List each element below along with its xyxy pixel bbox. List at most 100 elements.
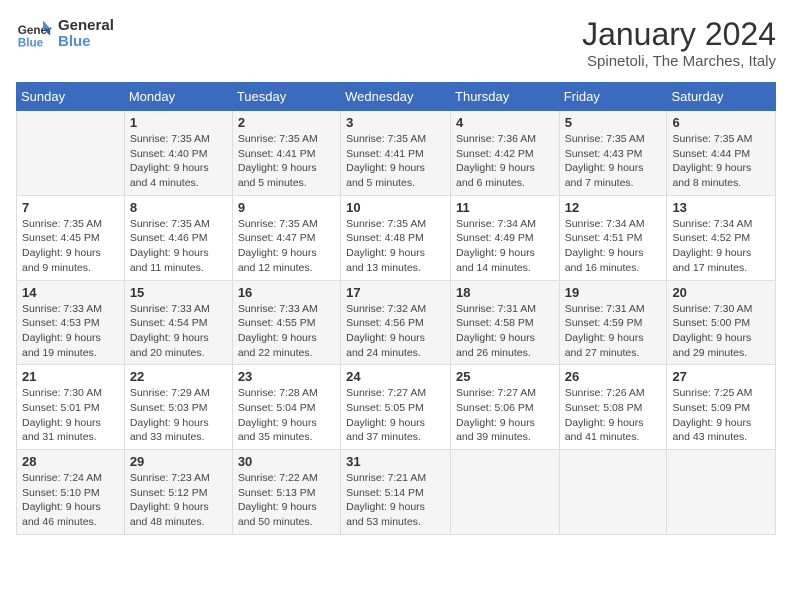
day-info: Sunrise: 7:30 AMSunset: 5:00 PMDaylight:… — [672, 302, 770, 361]
day-info: Sunrise: 7:35 AMSunset: 4:43 PMDaylight:… — [565, 132, 662, 191]
calendar-cell: 6Sunrise: 7:35 AMSunset: 4:44 PMDaylight… — [667, 111, 776, 196]
day-info: Sunrise: 7:33 AMSunset: 4:53 PMDaylight:… — [22, 302, 119, 361]
day-info: Sunrise: 7:35 AMSunset: 4:40 PMDaylight:… — [130, 132, 227, 191]
day-number: 11 — [456, 200, 554, 215]
day-info: Sunrise: 7:35 AMSunset: 4:48 PMDaylight:… — [346, 217, 445, 276]
calendar-cell: 1 Sunrise: 7:35 AMSunset: 4:40 PMDaylight… — [124, 111, 232, 196]
calendar-week-row: 7 Sunrise: 7:35 AMSunset: 4:45 PMDaylight… — [17, 195, 776, 280]
calendar-week-row: 1 Sunrise: 7:35 AMSunset: 4:40 PMDaylight… — [17, 111, 776, 196]
day-number: 8 — [130, 200, 227, 215]
day-info: Sunrise: 7:31 AMSunset: 4:58 PMDaylight:… — [456, 302, 554, 361]
day-number: 28 — [22, 454, 119, 469]
calendar-week-row: 21 Sunrise: 7:30 AMSunset: 5:01 PMDayligh… — [17, 365, 776, 450]
calendar-cell: 8 Sunrise: 7:35 AMSunset: 4:46 PMDaylight… — [124, 195, 232, 280]
day-info: Sunrise: 7:35 AMSunset: 4:47 PMDaylight:… — [238, 217, 335, 276]
calendar-cell: 10 Sunrise: 7:35 AMSunset: 4:48 PMDayligh… — [341, 195, 451, 280]
day-info: Sunrise: 7:33 AMSunset: 4:54 PMDaylight:… — [130, 302, 227, 361]
day-number: 16 — [238, 285, 335, 300]
col-monday: Monday — [124, 83, 232, 111]
day-number: 15 — [130, 285, 227, 300]
day-info: Sunrise: 7:35 AMSunset: 4:44 PMDaylight:… — [672, 132, 770, 191]
calendar-table: Sunday Monday Tuesday Wednesday Thursday… — [16, 82, 776, 535]
day-number: 23 — [238, 369, 335, 384]
calendar-cell: 25 Sunrise: 7:27 AMSunset: 5:06 PMDayligh… — [451, 365, 560, 450]
day-number: 1 — [130, 115, 227, 130]
calendar-cell: 23 Sunrise: 7:28 AMSunset: 5:04 PMDayligh… — [232, 365, 340, 450]
day-number: 3 — [346, 115, 445, 130]
col-sunday: Sunday — [17, 83, 125, 111]
calendar-cell: 30 Sunrise: 7:22 AMSunset: 5:13 PMDayligh… — [232, 450, 340, 535]
calendar-cell: 11Sunrise: 7:34 AMSunset: 4:49 PMDayligh… — [451, 195, 560, 280]
day-info: Sunrise: 7:30 AMSunset: 5:01 PMDaylight:… — [22, 386, 119, 445]
month-title: January 2024 — [582, 16, 776, 53]
day-number: 10 — [346, 200, 445, 215]
calendar-week-row: 28 Sunrise: 7:24 AMSunset: 5:10 PMDayligh… — [17, 450, 776, 535]
day-info: Sunrise: 7:34 AMSunset: 4:52 PMDaylight:… — [672, 217, 770, 276]
col-tuesday: Tuesday — [232, 83, 340, 111]
day-number: 29 — [130, 454, 227, 469]
day-info: Sunrise: 7:32 AMSunset: 4:56 PMDaylight:… — [346, 302, 445, 361]
title-block: January 2024 Spinetoli, The Marches, Ita… — [582, 16, 776, 70]
col-thursday: Thursday — [451, 83, 560, 111]
day-number: 25 — [456, 369, 554, 384]
logo-text-general: General — [58, 18, 114, 35]
logo-icon: General Blue — [16, 16, 52, 52]
day-info: Sunrise: 7:26 AMSunset: 5:08 PMDaylight:… — [565, 386, 662, 445]
day-number: 24 — [346, 369, 445, 384]
calendar-cell: 24 Sunrise: 7:27 AMSunset: 5:05 PMDayligh… — [341, 365, 451, 450]
svg-text:Blue: Blue — [18, 37, 44, 50]
day-number: 13 — [672, 200, 770, 215]
logo-text-blue: Blue — [58, 34, 114, 51]
calendar-cell: 16 Sunrise: 7:33 AMSunset: 4:55 PMDayligh… — [232, 280, 340, 365]
day-number: 20 — [672, 285, 770, 300]
day-info: Sunrise: 7:25 AMSunset: 5:09 PMDaylight:… — [672, 386, 770, 445]
calendar-cell: 7 Sunrise: 7:35 AMSunset: 4:45 PMDaylight… — [17, 195, 125, 280]
day-number: 18 — [456, 285, 554, 300]
day-info: Sunrise: 7:36 AMSunset: 4:42 PMDaylight:… — [456, 132, 554, 191]
day-number: 14 — [22, 285, 119, 300]
day-info: Sunrise: 7:21 AMSunset: 5:14 PMDaylight:… — [346, 471, 445, 530]
day-number: 17 — [346, 285, 445, 300]
calendar-cell: 2 Sunrise: 7:35 AMSunset: 4:41 PMDaylight… — [232, 111, 340, 196]
day-number: 2 — [238, 115, 335, 130]
calendar-cell: 9 Sunrise: 7:35 AMSunset: 4:47 PMDaylight… — [232, 195, 340, 280]
day-number: 27 — [672, 369, 770, 384]
calendar-cell: 18 Sunrise: 7:31 AMSunset: 4:58 PMDayligh… — [451, 280, 560, 365]
day-info: Sunrise: 7:27 AMSunset: 5:05 PMDaylight:… — [346, 386, 445, 445]
col-saturday: Saturday — [667, 83, 776, 111]
day-info: Sunrise: 7:35 AMSunset: 4:41 PMDaylight:… — [346, 132, 445, 191]
day-info: Sunrise: 7:24 AMSunset: 5:10 PMDaylight:… — [22, 471, 119, 530]
calendar-cell: 31Sunrise: 7:21 AMSunset: 5:14 PMDayligh… — [341, 450, 451, 535]
page-header: General Blue General Blue January 2024 S… — [16, 16, 776, 70]
calendar-cell: 26 Sunrise: 7:26 AMSunset: 5:08 PMDayligh… — [559, 365, 667, 450]
day-info: Sunrise: 7:35 AMSunset: 4:41 PMDaylight:… — [238, 132, 335, 191]
calendar-cell — [17, 111, 125, 196]
calendar-cell: 27 Sunrise: 7:25 AMSunset: 5:09 PMDayligh… — [667, 365, 776, 450]
day-number: 9 — [238, 200, 335, 215]
calendar-cell: 19 Sunrise: 7:31 AMSunset: 4:59 PMDayligh… — [559, 280, 667, 365]
location-subtitle: Spinetoli, The Marches, Italy — [582, 53, 776, 70]
calendar-cell: 5Sunrise: 7:35 AMSunset: 4:43 PMDaylight… — [559, 111, 667, 196]
col-friday: Friday — [559, 83, 667, 111]
day-number: 30 — [238, 454, 335, 469]
calendar-cell: 28 Sunrise: 7:24 AMSunset: 5:10 PMDayligh… — [17, 450, 125, 535]
day-info: Sunrise: 7:27 AMSunset: 5:06 PMDaylight:… — [456, 386, 554, 445]
logo: General Blue General Blue — [16, 16, 114, 52]
calendar-header-row: Sunday Monday Tuesday Wednesday Thursday… — [17, 83, 776, 111]
day-number: 4 — [456, 115, 554, 130]
calendar-cell: 22Sunrise: 7:29 AMSunset: 5:03 PMDayligh… — [124, 365, 232, 450]
day-number: 7 — [22, 200, 119, 215]
day-info: Sunrise: 7:31 AMSunset: 4:59 PMDaylight:… — [565, 302, 662, 361]
day-info: Sunrise: 7:35 AMSunset: 4:46 PMDaylight:… — [130, 217, 227, 276]
day-number: 26 — [565, 369, 662, 384]
day-info: Sunrise: 7:35 AMSunset: 4:45 PMDaylight:… — [22, 217, 119, 276]
day-number: 19 — [565, 285, 662, 300]
calendar-cell: 15 Sunrise: 7:33 AMSunset: 4:54 PMDayligh… — [124, 280, 232, 365]
calendar-cell: 21 Sunrise: 7:30 AMSunset: 5:01 PMDayligh… — [17, 365, 125, 450]
calendar-cell — [667, 450, 776, 535]
day-info: Sunrise: 7:33 AMSunset: 4:55 PMDaylight:… — [238, 302, 335, 361]
day-info: Sunrise: 7:22 AMSunset: 5:13 PMDaylight:… — [238, 471, 335, 530]
calendar-cell: 12Sunrise: 7:34 AMSunset: 4:51 PMDayligh… — [559, 195, 667, 280]
day-number: 21 — [22, 369, 119, 384]
day-info: Sunrise: 7:28 AMSunset: 5:04 PMDaylight:… — [238, 386, 335, 445]
